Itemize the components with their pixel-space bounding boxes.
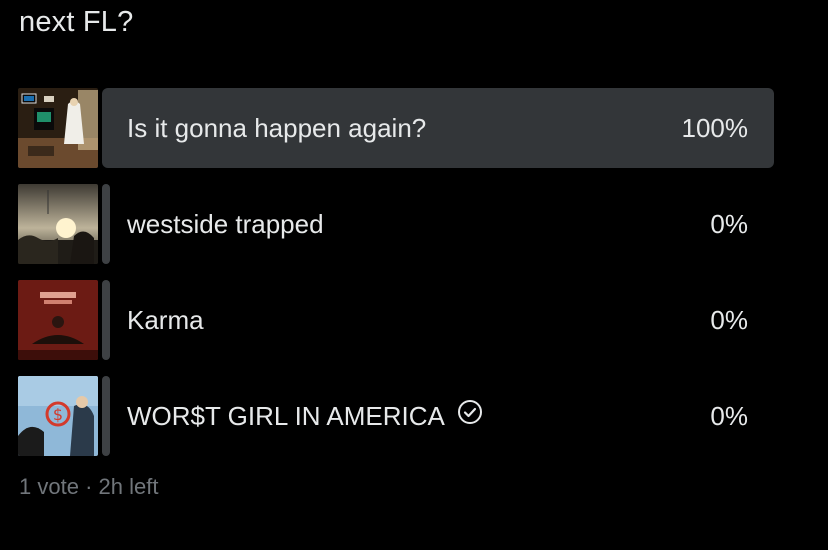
poll-option-1[interactable]: Is it gonna happen again? 100% xyxy=(18,88,774,168)
poll-meta: 1 vote · 2h left xyxy=(19,474,158,500)
poll-option-2[interactable]: westside trapped 0% xyxy=(18,184,774,264)
blue-album-cover-thumbnail: $ xyxy=(18,376,98,456)
result-bar-empty xyxy=(102,184,110,264)
time-left: 2h left xyxy=(98,474,159,499)
option-percent: 0% xyxy=(710,401,748,431)
meta-separator: · xyxy=(85,474,93,499)
performer-stage-thumbnail xyxy=(18,88,98,168)
vote-count: 1 vote xyxy=(19,474,79,499)
option-label: Karma xyxy=(127,305,204,335)
option-percent: 0% xyxy=(710,305,748,335)
check-circle-icon xyxy=(457,376,483,456)
result-bar-empty xyxy=(102,280,110,360)
poll-option-3[interactable]: Karma 0% xyxy=(18,280,774,360)
poll-options: Is it gonna happen again? 100% westside … xyxy=(18,88,774,472)
option-percent: 100% xyxy=(681,113,749,143)
option-label: Is it gonna happen again? xyxy=(127,113,427,143)
poll-option-4[interactable]: $ WOR$T GIRL IN AMERICA 0% xyxy=(18,376,774,456)
option-label: WOR$T GIRL IN AMERICA xyxy=(127,401,445,431)
red-album-cover-thumbnail xyxy=(18,280,98,360)
option-label: westside trapped xyxy=(127,209,324,239)
result-bar-empty xyxy=(102,376,110,456)
svg-text:$: $ xyxy=(53,405,63,424)
option-percent: 0% xyxy=(710,209,748,239)
poll-question: next FL? xyxy=(19,6,134,38)
sunset-field-thumbnail xyxy=(18,184,98,264)
option-label-row: WOR$T GIRL IN AMERICA xyxy=(127,376,483,456)
